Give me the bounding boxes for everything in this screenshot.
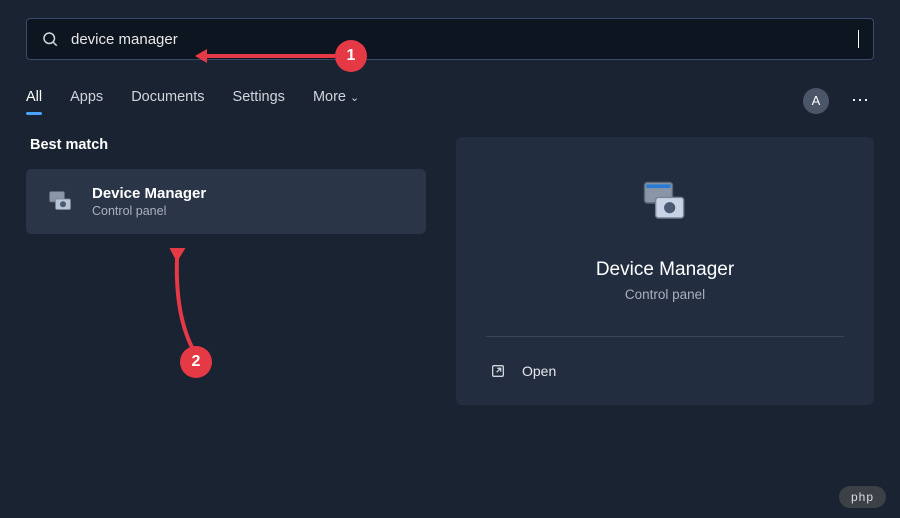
divider [486, 336, 844, 337]
search-icon [41, 30, 59, 48]
annotation-badge-2: 2 [180, 346, 212, 378]
open-icon [490, 363, 506, 379]
tab-documents[interactable]: Documents [131, 89, 204, 113]
action-open-label: Open [522, 363, 556, 379]
result-subtitle: Control panel [92, 204, 206, 218]
text-cursor [858, 30, 859, 48]
device-manager-icon [44, 186, 76, 218]
tab-more[interactable]: More ⌄ [313, 89, 359, 113]
annotation-badge-1: 1 [335, 40, 367, 72]
overflow-menu-icon[interactable]: ⋯ [847, 86, 874, 115]
detail-panel: Device Manager Control panel Open [456, 137, 874, 405]
results-column: Best match Device Manager Control panel [26, 137, 426, 405]
tab-all[interactable]: All [26, 89, 42, 113]
tab-apps[interactable]: Apps [70, 89, 103, 113]
filter-tabs: All Apps Documents Settings More ⌄ A ⋯ [26, 86, 874, 115]
action-open[interactable]: Open [486, 357, 844, 385]
watermark: php [839, 486, 886, 508]
search-input[interactable]: device manager [71, 31, 857, 48]
avatar[interactable]: A [803, 88, 829, 114]
result-device-manager[interactable]: Device Manager Control panel [26, 169, 426, 234]
chevron-down-icon: ⌄ [350, 92, 359, 104]
tab-settings[interactable]: Settings [233, 89, 285, 113]
result-title: Device Manager [92, 185, 206, 202]
tab-more-label: More [313, 89, 346, 105]
detail-subtitle: Control panel [625, 287, 705, 302]
detail-title: Device Manager [596, 259, 734, 281]
device-manager-icon-large [635, 173, 695, 233]
section-best-match-label: Best match [26, 137, 426, 153]
search-bar[interactable]: device manager [26, 18, 874, 60]
